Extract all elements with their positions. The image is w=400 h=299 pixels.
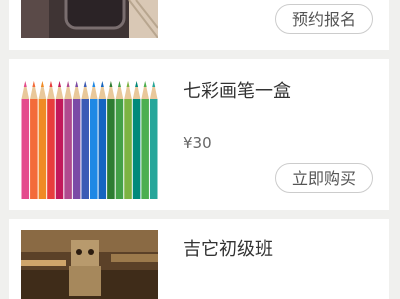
- colored-pencils-image: [21, 81, 158, 199]
- phone-image: [21, 0, 158, 38]
- product-card-3[interactable]: 吉它初级班: [9, 219, 389, 299]
- book-button[interactable]: 预约报名: [274, 4, 373, 34]
- danbo-guitar-image: [21, 230, 158, 299]
- product-card-2[interactable]: 七彩画笔一盒 ¥30 立即购买: [9, 59, 389, 210]
- product-card-1[interactable]: 预约报名: [9, 0, 389, 50]
- buy-now-button[interactable]: 立即购买: [274, 163, 373, 193]
- product-title: 吉它初级班: [183, 239, 273, 260]
- product-title: 七彩画笔一盒: [183, 81, 291, 102]
- product-price: ¥30: [183, 134, 212, 152]
